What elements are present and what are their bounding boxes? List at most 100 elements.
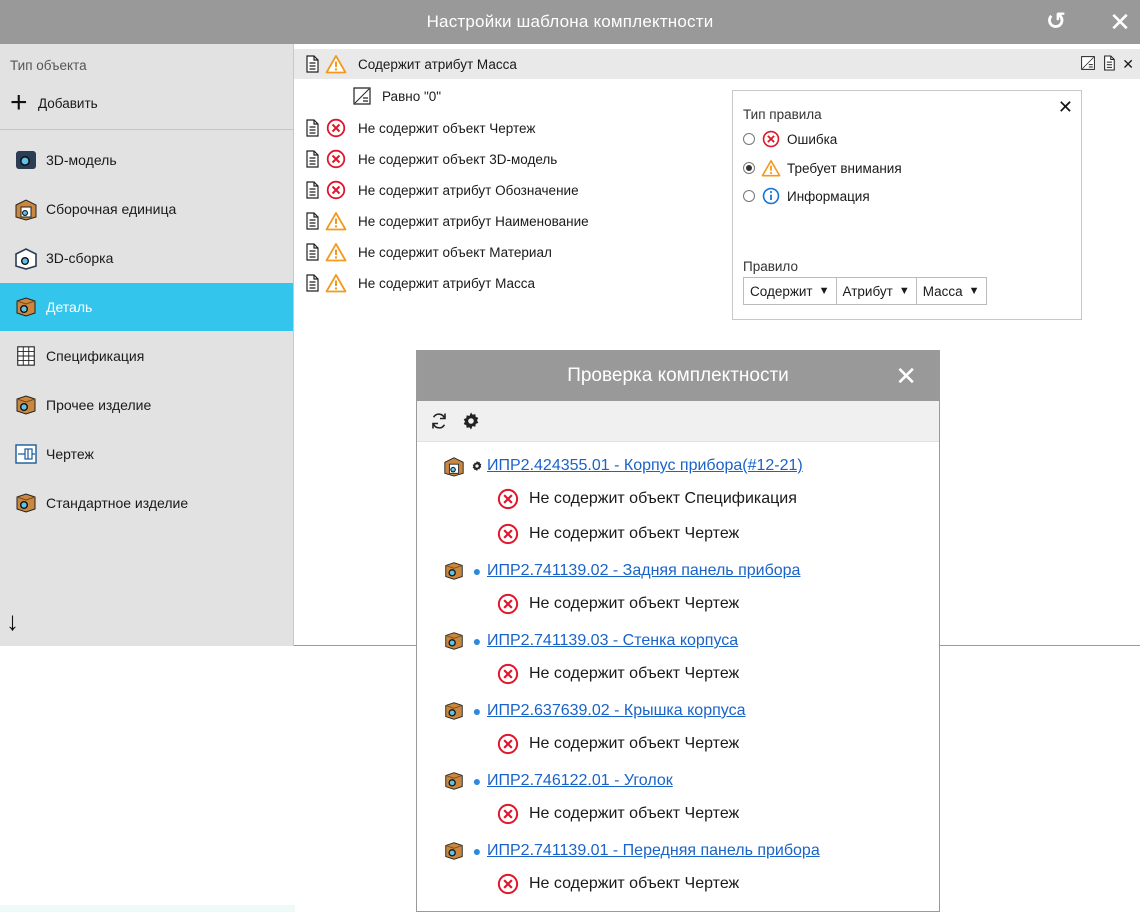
rule-text: Не содержит атрибут Масса	[358, 275, 535, 291]
condition-select[interactable]: Содержит ▼	[743, 277, 837, 305]
sidebar-item-specification[interactable]: Спецификация	[0, 332, 293, 380]
sidebar-item-label: Стандартное изделие	[46, 495, 189, 511]
sidebar-item-label: Прочее изделие	[46, 397, 152, 413]
result-error: Не содержит объект Спецификация	[497, 487, 797, 511]
close-icon[interactable]: ✕	[895, 351, 917, 401]
check-results-list: ИПР2.424355.01 - Корпус прибора(#12-21) …	[417, 441, 939, 911]
result-error: Не содержит объект Чертеж	[497, 662, 739, 686]
gear-icon[interactable]	[461, 411, 481, 431]
refresh-icon[interactable]	[429, 411, 449, 431]
plus-icon: +	[10, 86, 28, 119]
gear-icon	[471, 460, 483, 472]
radio-button[interactable]	[743, 133, 755, 145]
sidebar-item-part[interactable]: Деталь	[0, 283, 293, 331]
status-dot-icon: ●	[472, 703, 482, 719]
dropdown-arrow-icon: ▼	[968, 285, 980, 297]
target-kind-select[interactable]: Атрибут ▼	[835, 277, 917, 305]
error-text: Не содержит объект Чертеж	[529, 735, 740, 752]
row-actions: ✕	[1080, 55, 1134, 74]
scroll-down-arrow-icon[interactable]: ↓	[6, 606, 19, 637]
sidebar-item-label: Деталь	[46, 299, 93, 315]
document-icon	[304, 212, 322, 230]
rule-condition-row[interactable]: Равно "0"	[352, 85, 441, 107]
object-link[interactable]: ИПР2.741139.03 - Стенка корпуса	[487, 632, 738, 650]
add-object-type-button[interactable]: + Добавить	[10, 86, 98, 119]
rule-row[interactable]: Содержит атрибут Масса ✕	[294, 49, 1140, 79]
sidebar-divider	[0, 129, 293, 130]
sidebar-item-other-product[interactable]: Прочее изделие	[0, 381, 293, 429]
result-error: Не содержит объект Чертеж	[497, 802, 739, 826]
error-icon	[761, 130, 781, 148]
radio-button[interactable]	[743, 162, 755, 174]
error-text: Не содержит объект Чертеж	[529, 665, 740, 682]
warning-icon	[324, 54, 348, 74]
rule-type-panel: ✕ Тип правила Ошибка Требует внимания Ин…	[732, 90, 1082, 320]
object-link[interactable]: ИПР2.741139.01 - Передняя панель прибора	[487, 842, 820, 860]
error-icon	[324, 180, 348, 200]
sidebar-item-label: Спецификация	[46, 348, 145, 364]
close-icon[interactable]: ✕	[1100, 0, 1140, 44]
result-item: ● ИПР2.637639.02 - Крышка корпуса	[443, 699, 745, 723]
select-value: Атрибут	[842, 283, 893, 299]
error-text: Не содержит объект Чертеж	[529, 875, 740, 892]
close-icon[interactable]: ✕	[1058, 97, 1073, 118]
add-rule-icon[interactable]	[1102, 55, 1116, 74]
result-item: ● ИПР2.741139.01 - Передняя панель прибо…	[443, 839, 820, 863]
rule-text: Не содержит объект Материал	[358, 244, 552, 260]
sidebar-item-drawing[interactable]: Чертеж	[0, 430, 293, 478]
reset-icon[interactable]: ↺	[1036, 0, 1076, 44]
result-error: Не содержит объект Чертеж	[497, 522, 739, 546]
rule-label: Правило	[743, 259, 798, 274]
rule-selects: Содержит ▼ Атрибут ▼ Масса ▼	[743, 277, 987, 305]
error-icon	[324, 118, 348, 138]
error-icon	[497, 523, 521, 545]
part-icon	[14, 295, 38, 319]
sidebar-item-3d-model[interactable]: 3D-модель	[0, 136, 293, 184]
object-type-sidebar: Тип объекта + Добавить 3D-модель Сборочн…	[0, 44, 294, 646]
result-error: Не содержит объект Чертеж	[497, 732, 739, 756]
rule-type-option-warning[interactable]: Требует внимания	[743, 157, 902, 179]
radio-button[interactable]	[743, 190, 755, 202]
sidebar-item-assembly-unit[interactable]: Сборочная единица	[0, 185, 293, 233]
object-link[interactable]: ИПР2.424355.01 - Корпус прибора(#12-21)	[487, 457, 803, 475]
error-icon	[497, 733, 521, 755]
assembly-unit-icon	[443, 456, 467, 476]
result-error: Не содержит объект Чертеж	[497, 592, 739, 616]
part-icon	[443, 631, 467, 651]
warning-icon	[324, 211, 348, 231]
equals-condition-icon	[352, 86, 374, 106]
equals-condition-icon[interactable]	[1080, 55, 1096, 74]
rule-text: Не содержит атрибут Обозначение	[358, 182, 579, 198]
result-item: ● ИПР2.741139.03 - Стенка корпуса	[443, 629, 738, 653]
error-icon	[497, 663, 521, 685]
status-dot-icon: ●	[472, 633, 482, 649]
rule-type-label: Тип правила	[743, 107, 822, 122]
model-3d-icon	[14, 148, 38, 172]
sidebar-item-label: 3D-сборка	[46, 250, 114, 266]
error-icon	[497, 488, 521, 510]
option-label: Ошибка	[787, 131, 838, 147]
rule-text: Не содержит атрибут Наименование	[358, 213, 589, 229]
object-link[interactable]: ИПР2.746122.01 - Уголок	[487, 772, 673, 790]
error-icon	[497, 593, 521, 615]
sidebar-item-3d-assembly[interactable]: 3D-сборка	[0, 234, 293, 282]
attribute-select[interactable]: Масса ▼	[915, 277, 987, 305]
dropdown-arrow-icon: ▼	[898, 285, 910, 297]
part-icon	[443, 771, 467, 791]
rule-type-option-error[interactable]: Ошибка	[743, 128, 837, 150]
select-value: Масса	[922, 283, 963, 299]
sidebar-item-standard-product[interactable]: Стандартное изделие	[0, 479, 293, 527]
status-dot-icon: ●	[472, 563, 482, 579]
warning-icon	[324, 242, 348, 262]
delete-rule-icon[interactable]: ✕	[1122, 56, 1134, 73]
completeness-check-dialog: Проверка комплектности ✕ ИПР2.424355.01 …	[416, 350, 940, 912]
dropdown-arrow-icon: ▼	[818, 285, 830, 297]
object-link[interactable]: ИПР2.741139.02 - Задняя панель прибора	[487, 562, 800, 580]
document-icon	[304, 119, 322, 137]
rule-type-option-info[interactable]: Информация	[743, 185, 870, 207]
standard-product-icon	[14, 491, 38, 515]
window-title: Настройки шаблона комплектности	[426, 12, 714, 31]
object-link[interactable]: ИПР2.637639.02 - Крышка корпуса	[487, 702, 745, 720]
add-label: Добавить	[38, 95, 98, 111]
document-icon	[304, 55, 322, 73]
